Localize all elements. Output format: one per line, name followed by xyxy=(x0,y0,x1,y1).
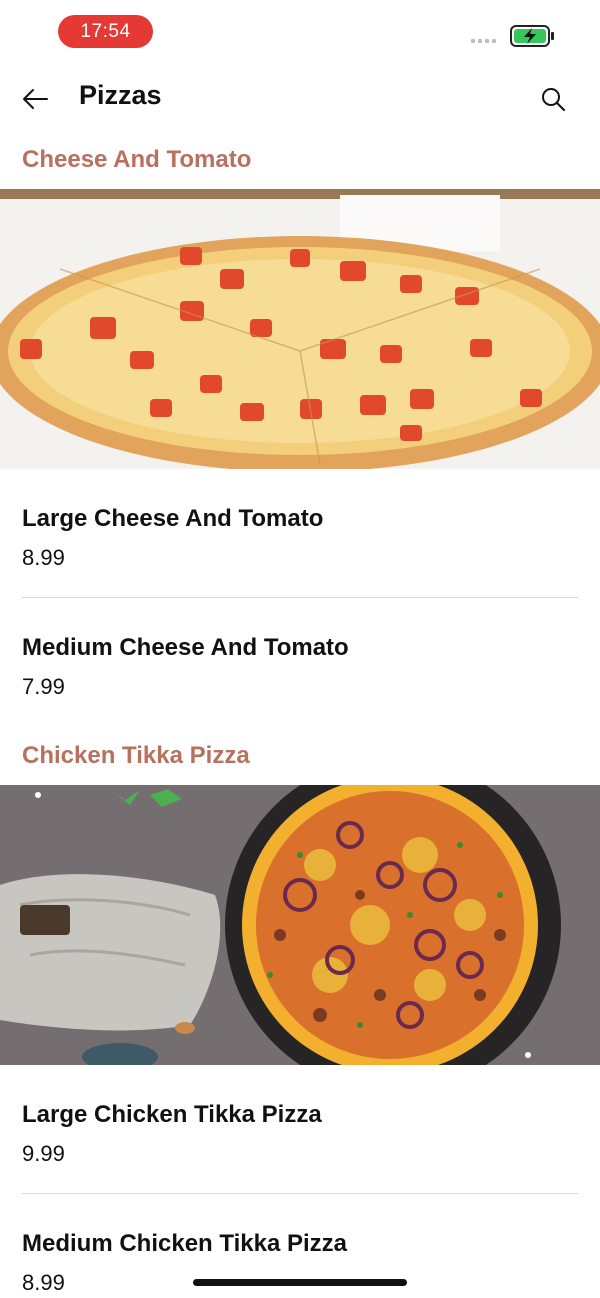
search-button[interactable] xyxy=(536,82,570,116)
item-name: Medium Chicken Tikka Pizza xyxy=(22,1230,347,1257)
list-item[interactable]: Large Chicken Tikka Pizza 9.99 xyxy=(22,1101,578,1167)
item-price: 7.99 xyxy=(22,674,65,699)
item-name: Large Cheese And Tomato xyxy=(22,505,324,532)
item-name: Medium Cheese And Tomato xyxy=(22,634,349,661)
list-item[interactable]: Medium Cheese And Tomato 7.99 xyxy=(22,634,578,700)
item-name: Large Chicken Tikka Pizza xyxy=(22,1101,322,1128)
battery-charging-icon xyxy=(510,25,554,47)
pizza-image-chicken-tikka xyxy=(0,785,600,1065)
arrow-left-icon xyxy=(23,89,48,109)
status-bar: 17:54 xyxy=(0,0,600,64)
app-bar: Pizzas xyxy=(0,64,600,132)
status-time: 17:54 xyxy=(58,15,153,48)
home-indicator[interactable] xyxy=(193,1279,407,1286)
list-item[interactable]: Medium Chicken Tikka Pizza 8.99 xyxy=(22,1230,578,1296)
item-price: 9.99 xyxy=(22,1141,65,1166)
page-title: Pizzas xyxy=(79,80,162,110)
divider xyxy=(22,1193,578,1194)
list-item[interactable]: Large Cheese And Tomato 8.99 xyxy=(22,505,578,571)
section-header-chicken-tikka: Chicken Tikka Pizza xyxy=(22,742,250,769)
pizza-image-cheese-tomato xyxy=(0,189,600,469)
signal-icon xyxy=(471,39,496,43)
back-button[interactable] xyxy=(18,82,52,116)
section-header-cheese-tomato: Cheese And Tomato xyxy=(22,146,252,173)
search-icon xyxy=(542,88,565,111)
item-price: 8.99 xyxy=(22,545,65,570)
divider xyxy=(22,597,578,598)
